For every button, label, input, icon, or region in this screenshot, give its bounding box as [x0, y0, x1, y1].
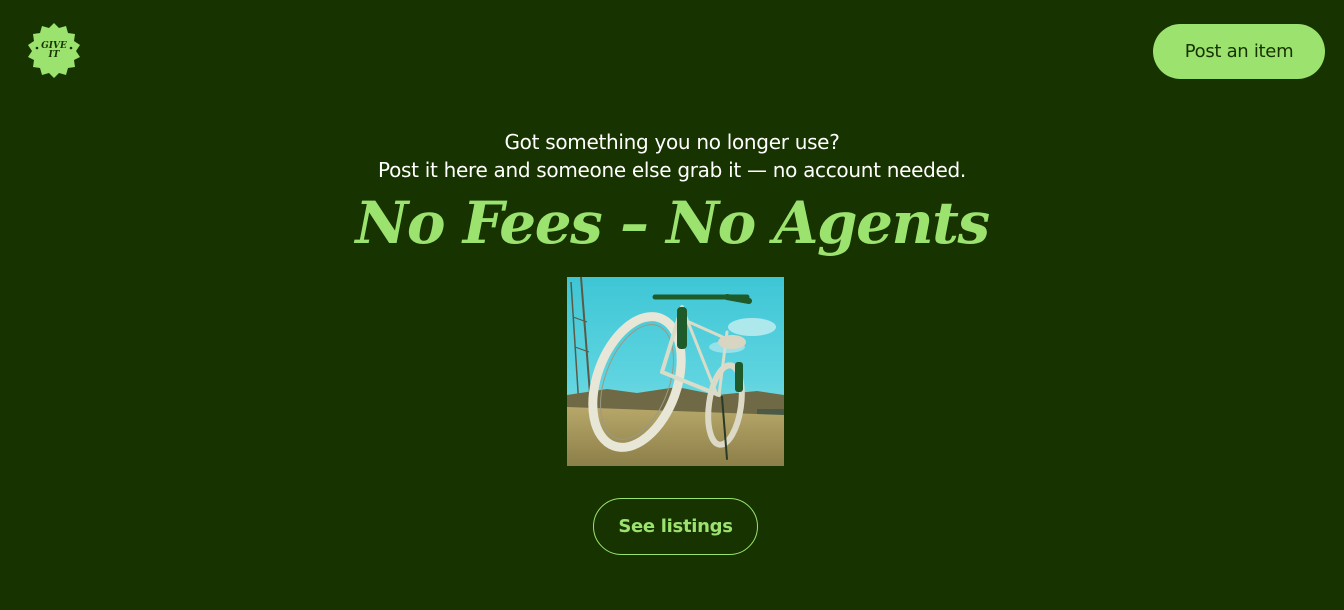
tagline: Got something you no longer use? Post it…: [0, 128, 1344, 184]
bicycle-photo: [567, 277, 784, 466]
tagline-line2: Post it here and someone else grab it — …: [378, 158, 966, 182]
see-listings-button[interactable]: See listings: [593, 498, 758, 555]
tagline-line1: Got something you no longer use?: [504, 130, 840, 154]
logo-dot-left: [35, 46, 39, 50]
post-item-button[interactable]: Post an item: [1153, 24, 1325, 79]
logo-badge-icon: GIVE IT: [28, 23, 80, 78]
logo[interactable]: GIVE IT: [25, 22, 83, 78]
hero-section: Got something you no longer use? Post it…: [0, 128, 1344, 258]
headline: No Fees – No Agents: [355, 189, 990, 257]
logo-text-line2: IT: [48, 50, 61, 60]
logo-dot-right: [69, 46, 73, 50]
